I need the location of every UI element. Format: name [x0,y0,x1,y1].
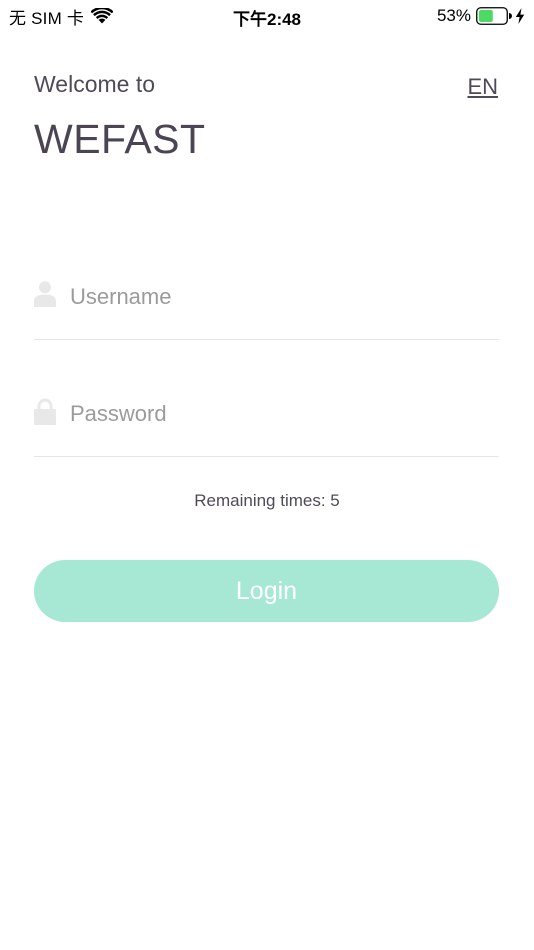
brand-title: WEFAST [34,116,206,162]
status-right: 53% [437,5,525,27]
user-icon [34,281,56,307]
bolt-icon [515,8,525,24]
battery-percent: 53% [436,6,471,25]
welcome-text: Welcome to [34,71,156,97]
username-field[interactable] [34,280,499,340]
lock-icon [34,398,56,425]
battery-icon [476,7,512,25]
password-divider [34,456,499,457]
status-bar: 无 SIM 卡 下午2:48 53% [0,0,534,32]
username-divider [34,339,499,340]
login-button[interactable]: Login [34,560,499,622]
username-input[interactable] [70,282,499,312]
language-switch[interactable]: EN [467,74,498,100]
password-input[interactable] [70,399,499,429]
password-field[interactable] [34,397,499,457]
remaining-attempts: Remaining times: 5 [194,491,340,510]
